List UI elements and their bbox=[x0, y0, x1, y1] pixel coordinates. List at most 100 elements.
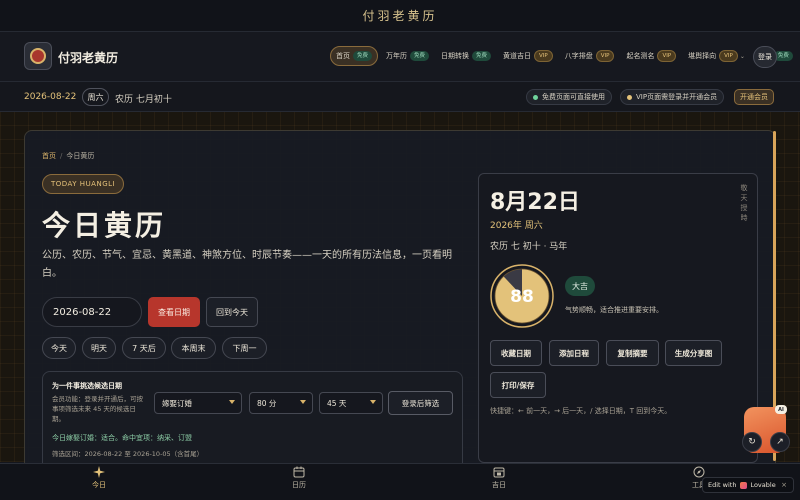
chevron-down-icon bbox=[370, 400, 376, 404]
green-dot-icon bbox=[533, 94, 538, 100]
nav-label: 首页 bbox=[336, 52, 350, 60]
verdict-badge: 大吉 bbox=[565, 276, 595, 296]
vip-tag: VIP bbox=[595, 50, 615, 62]
lunar-date: 农历 七月初十 bbox=[115, 95, 172, 105]
quick-today[interactable]: 今天 bbox=[42, 337, 76, 359]
refresh-icon[interactable]: ↻ bbox=[742, 432, 762, 452]
card-lunar: 农历 七 初十 · 马年 bbox=[490, 242, 568, 252]
edit-with-lovable-banner[interactable]: Edit with Lovable × bbox=[702, 477, 794, 493]
vip-notice-text: VIP页面需登录并开通会员 bbox=[636, 93, 718, 101]
main-nav: 首页 免费 万年历 免费 日期转换 免费 黄道吉日 VIP 八字排盘 VIP 起名测名 VI… bbox=[330, 45, 800, 67]
current-date: 2026-08-22 bbox=[24, 92, 77, 102]
free-tag: 免费 bbox=[410, 51, 430, 61]
free-tag: 免费 bbox=[353, 51, 373, 61]
window-title: 付羽老黄历 bbox=[362, 9, 438, 23]
logo[interactable] bbox=[24, 42, 52, 70]
shortcut-hint: 快捷键：← 前一天，→ 后一天，/ 选择日期，T 回到今天。 bbox=[490, 407, 672, 415]
nav-label: 八字排盘 bbox=[564, 52, 593, 60]
tab-today[interactable]: 今日 bbox=[79, 466, 119, 490]
nav-item-bazi[interactable]: 八字排盘 VIP bbox=[561, 46, 619, 66]
vip-tag: VIP bbox=[719, 50, 738, 62]
gold-dot-icon bbox=[627, 94, 632, 100]
nav-label: 堪舆择向 bbox=[688, 52, 717, 60]
tab-auspicious[interactable]: 吉日 bbox=[479, 466, 519, 490]
vip-notice: VIP页面需登录并开通会员 bbox=[620, 89, 725, 105]
compass-icon bbox=[693, 466, 705, 478]
vip-tag: VIP bbox=[657, 50, 677, 62]
score-dial: 88 bbox=[490, 264, 554, 328]
breadcrumb-current: 今日黄历 bbox=[66, 152, 95, 160]
card-date: 8月22日 bbox=[490, 190, 580, 215]
breadcrumb-separator: / bbox=[60, 152, 63, 160]
tab-label: 日历 bbox=[292, 481, 306, 489]
filter-title: 为一件事挑选候选日期 bbox=[52, 382, 122, 390]
login-filter-button[interactable]: 登录后筛选 bbox=[388, 391, 453, 415]
lovable-brand: Lovable bbox=[750, 481, 776, 489]
score-select[interactable]: 80 分 bbox=[249, 392, 313, 414]
tab-calendar[interactable]: 日历 bbox=[279, 466, 319, 490]
calendar-check-icon bbox=[493, 467, 505, 478]
chevron-down-icon bbox=[229, 400, 235, 404]
calendar-icon bbox=[293, 466, 305, 478]
quick-next-monday[interactable]: 下周一 bbox=[222, 337, 267, 359]
verdict-note: 气势顺畅，适合推进重要安排。 bbox=[565, 306, 663, 314]
breadcrumb-home[interactable]: 首页 bbox=[42, 152, 56, 160]
event-select-value: 嫁娶订婚 bbox=[162, 398, 192, 408]
ai-badge: AI bbox=[775, 405, 787, 414]
nav-label: 黄道吉日 bbox=[503, 52, 532, 60]
brand-name[interactable]: 付羽老黄历 bbox=[58, 49, 118, 66]
chevron-down-icon bbox=[300, 400, 306, 404]
free-tag: 免费 bbox=[472, 51, 492, 61]
print-save-button[interactable]: 打印/保存 bbox=[490, 372, 546, 398]
nav-item-home[interactable]: 首页 免费 bbox=[330, 46, 379, 66]
sparkle-icon bbox=[93, 466, 105, 478]
lovable-heart-icon bbox=[740, 481, 748, 489]
view-date-button[interactable]: 查看日期 bbox=[148, 297, 200, 327]
lovable-label: Edit with bbox=[708, 481, 737, 489]
navbar: 付羽老黄历 首页 免费 万年历 免费 日期转换 免费 黄道吉日 VIP 八字排盘 VIP … bbox=[0, 32, 800, 82]
nav-label: 日期转换 bbox=[441, 52, 470, 60]
score-select-value: 80 分 bbox=[257, 398, 277, 408]
quick-weekend[interactable]: 本周末 bbox=[171, 337, 216, 359]
section-badge: TODAY HUANGLI bbox=[42, 174, 125, 194]
close-icon[interactable]: × bbox=[781, 481, 787, 489]
filter-result: 今日嫁娶订婚：适合。命中宜项：纳采、订盟 bbox=[52, 434, 192, 442]
top-title-bar: 付羽老黄历 bbox=[0, 0, 800, 32]
add-schedule-button[interactable]: 添加日程 bbox=[549, 340, 599, 366]
vertical-motto: 敬天授時 bbox=[740, 184, 748, 222]
chevron-down-icon: ⌄ bbox=[739, 52, 745, 60]
tab-label: 今日 bbox=[92, 481, 106, 489]
event-select[interactable]: 嫁娶订婚 bbox=[154, 392, 242, 414]
filter-range: 筛选区间：2026-08-22 至 2026-10-05（含首尾） bbox=[52, 450, 204, 458]
share-image-button[interactable]: 生成分享图 bbox=[665, 340, 722, 366]
quick-7-days[interactable]: 7 天后 bbox=[122, 337, 166, 359]
page-description: 公历、农历、节气、宜忌、黄黑道、神煞方位、时辰节奏——一天的所有历法信息，一页看… bbox=[42, 250, 452, 279]
weekday-badge: 周六 bbox=[82, 88, 109, 106]
date-bar: 2026-08-22 周六 农历 七月初十 免费页面可直接使用 VIP页面需登录… bbox=[0, 82, 800, 112]
open-external-icon[interactable]: ↗ bbox=[770, 432, 790, 452]
quick-tomorrow[interactable]: 明天 bbox=[82, 337, 116, 359]
back-to-today-button[interactable]: 回到今天 bbox=[206, 297, 258, 327]
login-button[interactable]: 登录 bbox=[753, 46, 777, 68]
nav-label: 万年历 bbox=[386, 52, 408, 60]
dial-score: 88 bbox=[510, 287, 534, 307]
nav-item-auspicious-days[interactable]: 黄道吉日 VIP bbox=[499, 46, 557, 66]
page-title: 今日黄历 bbox=[42, 209, 167, 242]
vip-tag: VIP bbox=[534, 50, 553, 62]
nav-item-fengshui[interactable]: 堪舆择向 VIP ⌄ bbox=[684, 46, 749, 66]
favorite-date-button[interactable]: 收藏日期 bbox=[490, 340, 542, 366]
days-select-value: 45 天 bbox=[327, 398, 347, 408]
days-select[interactable]: 45 天 bbox=[319, 392, 383, 414]
free-notice: 免费页面可直接使用 bbox=[526, 89, 612, 105]
nav-label: 起名测名 bbox=[626, 52, 655, 60]
nav-item-perpetual-calendar[interactable]: 万年历 免费 bbox=[382, 46, 433, 66]
open-vip-button[interactable]: 开通会员 bbox=[734, 89, 774, 105]
copy-summary-button[interactable]: 复制摘要 bbox=[606, 340, 659, 366]
seal-icon bbox=[30, 48, 46, 64]
breadcrumb: 首页 / 今日黄历 bbox=[42, 151, 94, 161]
free-notice-text: 免费页面可直接使用 bbox=[542, 93, 605, 101]
date-input[interactable]: 2026-08-22 bbox=[42, 297, 142, 327]
nav-item-naming[interactable]: 起名测名 VIP bbox=[622, 46, 680, 66]
filter-note: 会员功能：登录并开通后，可按事项筛选未来 45 天的候选日期。 bbox=[52, 395, 143, 423]
nav-item-date-convert[interactable]: 日期转换 免费 bbox=[437, 46, 495, 66]
